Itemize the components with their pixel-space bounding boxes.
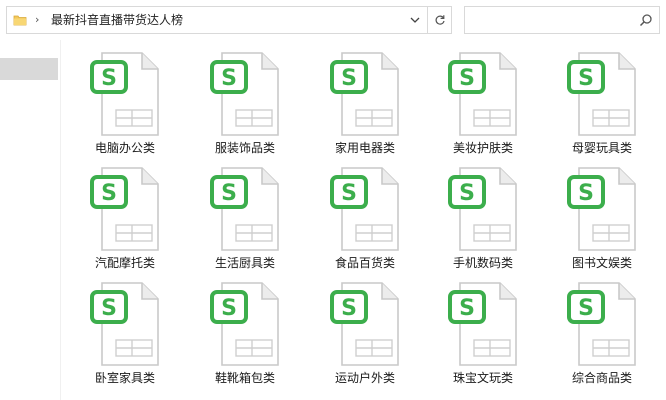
- file-grid: S 电脑办公类 S 服装饰品类 S 家用电器类 S 美妆护肤类 S 母婴玩具类 S 汽配摩托类 S 生活厨…: [66, 44, 666, 400]
- svg-text:S: S: [459, 296, 475, 321]
- spreadsheet-icon: S: [210, 167, 279, 251]
- spreadsheet-icon: S: [567, 167, 636, 251]
- navigation-pane[interactable]: [0, 40, 61, 400]
- nav-selected-item[interactable]: [0, 58, 58, 80]
- svg-text:S: S: [221, 181, 237, 206]
- file-item[interactable]: S 汽配摩托类: [66, 159, 184, 271]
- file-item[interactable]: S 运动户外类: [306, 274, 424, 386]
- file-name: 美妆护肤类: [452, 141, 513, 155]
- spreadsheet-icon: S: [90, 52, 159, 136]
- svg-text:S: S: [341, 296, 357, 321]
- file-item[interactable]: S 美妆护肤类: [424, 44, 542, 156]
- spreadsheet-icon: S: [567, 52, 636, 136]
- file-name: 鞋靴箱包类: [214, 371, 275, 385]
- file-name: 珠宝文玩类: [452, 371, 513, 385]
- spreadsheet-icon: S: [90, 167, 159, 251]
- file-item[interactable]: S 珠宝文玩类: [424, 274, 542, 386]
- file-item[interactable]: S 电脑办公类: [66, 44, 184, 156]
- spreadsheet-icon: S: [90, 282, 159, 366]
- refresh-button[interactable]: [427, 7, 451, 33]
- svg-text:S: S: [341, 181, 357, 206]
- search-icon[interactable]: [639, 13, 653, 27]
- svg-text:S: S: [101, 181, 117, 206]
- svg-text:S: S: [578, 66, 594, 91]
- file-item[interactable]: S 生活厨具类: [186, 159, 304, 271]
- svg-text:S: S: [101, 66, 117, 91]
- spreadsheet-icon: S: [330, 282, 399, 366]
- file-name: 图书文娱类: [571, 256, 632, 270]
- chevron-down-icon: [410, 17, 420, 23]
- spreadsheet-icon: S: [567, 282, 636, 366]
- svg-text:S: S: [459, 181, 475, 206]
- search-input[interactable]: [469, 10, 633, 32]
- svg-text:S: S: [578, 296, 594, 321]
- file-name: 服装饰品类: [214, 141, 275, 155]
- file-name: 生活厨具类: [214, 256, 275, 270]
- svg-text:S: S: [341, 66, 357, 91]
- spreadsheet-icon: S: [330, 52, 399, 136]
- file-item[interactable]: S 综合商品类: [543, 274, 661, 386]
- file-item[interactable]: S 母婴玩具类: [543, 44, 661, 156]
- search-box[interactable]: [464, 6, 660, 34]
- breadcrumb-separator[interactable]: ›: [35, 12, 39, 28]
- address-bar[interactable]: › 最新抖音直播带货达人榜: [6, 6, 452, 34]
- spreadsheet-icon: S: [448, 282, 517, 366]
- file-item[interactable]: S 家用电器类: [306, 44, 424, 156]
- folder-icon: [13, 15, 27, 26]
- file-name: 家用电器类: [334, 141, 395, 155]
- refresh-icon: [435, 15, 445, 25]
- svg-text:S: S: [221, 66, 237, 91]
- svg-text:S: S: [221, 296, 237, 321]
- file-name: 母婴玩具类: [571, 141, 632, 155]
- svg-text:S: S: [459, 66, 475, 91]
- file-item[interactable]: S 卧室家具类: [66, 274, 184, 386]
- file-name: 电脑办公类: [94, 141, 155, 155]
- file-item[interactable]: S 服装饰品类: [186, 44, 304, 156]
- svg-text:S: S: [578, 181, 594, 206]
- file-item[interactable]: S 图书文娱类: [543, 159, 661, 271]
- file-item[interactable]: S 手机数码类: [424, 159, 542, 271]
- file-name: 汽配摩托类: [94, 256, 155, 270]
- svg-text:S: S: [101, 296, 117, 321]
- file-name: 食品百货类: [334, 256, 395, 270]
- file-name: 运动户外类: [334, 371, 395, 385]
- file-name: 综合商品类: [571, 371, 632, 385]
- spreadsheet-icon: S: [448, 52, 517, 136]
- file-item[interactable]: S 食品百货类: [306, 159, 424, 271]
- file-name: 手机数码类: [452, 256, 513, 270]
- file-item[interactable]: S 鞋靴箱包类: [186, 274, 304, 386]
- spreadsheet-icon: S: [330, 167, 399, 251]
- file-name: 卧室家具类: [94, 371, 155, 385]
- address-toolbar: › 最新抖音直播带货达人榜: [0, 0, 666, 40]
- spreadsheet-icon: S: [210, 52, 279, 136]
- spreadsheet-icon: S: [448, 167, 517, 251]
- breadcrumb[interactable]: 最新抖音直播带货达人榜: [51, 12, 183, 28]
- spreadsheet-icon: S: [210, 282, 279, 366]
- address-dropdown-button[interactable]: [403, 7, 427, 33]
